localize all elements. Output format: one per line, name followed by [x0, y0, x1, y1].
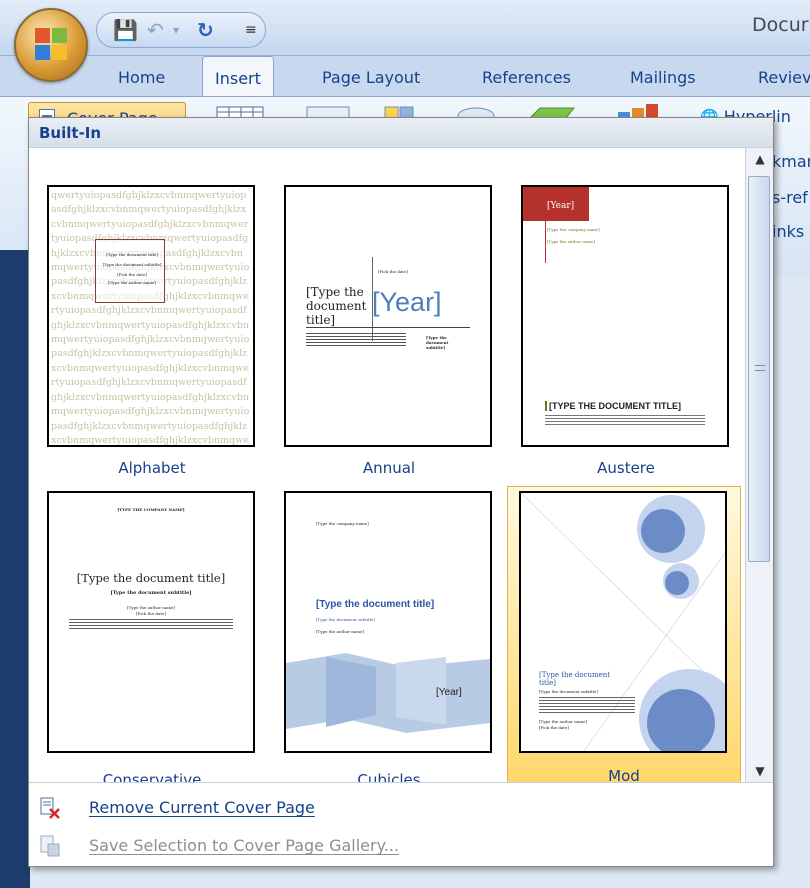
- remove-cover-page-icon: [40, 797, 60, 819]
- caption-alphabet: Alphabet: [118, 459, 186, 477]
- austere-company: [Type the company name]: [547, 227, 600, 232]
- annual-abstract: [306, 333, 406, 347]
- cover-conservative[interactable]: [TYPE THE COMPANY NAME] [Type the docume…: [35, 486, 269, 789]
- cover-austere[interactable]: [Year] [Type the company name] [Type the…: [509, 184, 743, 480]
- annual-subtitle: [Type the document subtitle]: [426, 335, 449, 350]
- save-icon[interactable]: 💾: [113, 18, 138, 42]
- austere-title: [TYPE THE DOCUMENT TITLE]: [545, 401, 681, 411]
- ribbon-tabs: Home Insert Page Layout References Maili…: [0, 56, 810, 96]
- remove-cover-page-label: Remove Current Cover Page: [89, 798, 315, 817]
- gallery-scrollbar[interactable]: ▲ ▼: [745, 148, 773, 782]
- cover-annual[interactable]: [Type the document title] [Pick the date…: [272, 184, 506, 480]
- austere-author: [Type the author name]: [547, 239, 595, 244]
- cover-page-gallery: Built-In qwertyuiopasdfghjklzxcvbnmqwert…: [28, 117, 774, 867]
- conservative-author: [Type the author name]: [127, 605, 175, 610]
- cubicles-author: [Type the author name]: [316, 629, 364, 634]
- alphabet-lorem: qwertyuiopasdfghjklzxcvbnmqwertyuiopasdf…: [51, 190, 250, 445]
- alphabet-title-box: [Type the document title] [Type the docu…: [95, 239, 165, 303]
- scroll-grip-icon: [755, 365, 765, 371]
- tab-page-layout[interactable]: Page Layout: [322, 56, 420, 96]
- cross-reference-button[interactable]: s-ref: [772, 188, 808, 207]
- cubicles-company: [Type the company name]: [316, 521, 369, 526]
- scroll-up-icon[interactable]: ▲: [750, 150, 770, 168]
- title-bar: 💾 ↶ ▾ ↻ ≡ Docur: [0, 0, 810, 56]
- office-button[interactable]: [14, 8, 88, 82]
- alphabet-preview: qwertyuiopasdfghjklzxcvbnmqwertyuiopasdf…: [47, 185, 255, 447]
- cover-alphabet[interactable]: qwertyuiopasdfghjklzxcvbnmqwertyuiopasdf…: [35, 184, 269, 480]
- document-title: Docur: [752, 14, 809, 36]
- annual-title: [Type the document title]: [306, 285, 367, 327]
- quick-access-toolbar: 💾 ↶ ▾ ↻ ≡: [96, 12, 266, 48]
- tab-home[interactable]: Home: [118, 56, 165, 96]
- gallery-menu: Remove Current Cover Page Save Selection…: [29, 782, 773, 866]
- document-left-margin: [0, 250, 30, 888]
- caption-austere: Austere: [597, 459, 655, 477]
- alphabet-subtitle: [Type the document subtitle]: [102, 262, 162, 267]
- annual-date: [Pick the date]: [378, 269, 408, 274]
- cover-mod[interactable]: [Type the document title] [Type the docu…: [507, 486, 741, 785]
- alphabet-title: [Type the document title]: [106, 252, 158, 257]
- mod-preview: [Type the document title] [Type the docu…: [519, 491, 727, 753]
- austere-line: [545, 221, 546, 263]
- mod-title: [Type the document title]: [539, 671, 611, 687]
- redo-icon[interactable]: ↻: [197, 18, 214, 42]
- customize-qat-icon[interactable]: ≡: [245, 18, 257, 42]
- scrollbar-thumb[interactable]: [748, 176, 770, 562]
- conservative-preview: [TYPE THE COMPANY NAME] [Type the docume…: [47, 491, 255, 753]
- mod-author: [Type the author name]: [539, 719, 587, 724]
- cubicles-subtitle: [Type the document subtitle]: [316, 617, 375, 622]
- bookmark-button[interactable]: kmar: [772, 152, 810, 171]
- tab-insert[interactable]: Insert: [202, 56, 274, 96]
- conservative-date: [Pick the date]: [136, 611, 166, 616]
- word-window: 💾 ↶ ▾ ↻ ≡ Docur Home Insert Page Layout …: [0, 0, 810, 888]
- tab-mailings[interactable]: Mailings: [630, 56, 696, 96]
- remove-cover-page-item[interactable]: Remove Current Cover Page: [29, 789, 773, 827]
- mod-subtitle: [Type the document subtitle]: [539, 689, 598, 694]
- chart-icon[interactable]: [614, 104, 668, 118]
- caption-annual: Annual: [362, 459, 416, 477]
- gallery-header: Built-In: [29, 118, 773, 148]
- conservative-company: [TYPE THE COMPANY NAME]: [117, 507, 185, 512]
- conservative-title: [Type the document title]: [76, 571, 226, 585]
- save-selection-item[interactable]: Save Selection to Cover Page Gallery...: [29, 827, 773, 865]
- cover-cubicles[interactable]: [Type the company name] [Type the docume…: [272, 486, 506, 789]
- annual-preview: [Type the document title] [Pick the date…: [284, 185, 492, 447]
- austere-abstract: [545, 415, 705, 425]
- mod-date: [Pick the date]: [539, 725, 569, 730]
- austere-year-band: [Year]: [523, 187, 589, 221]
- mod-circles: [521, 493, 725, 751]
- scroll-down-icon[interactable]: ▼: [750, 762, 770, 780]
- cubicles-preview: [Type the company name] [Type the docume…: [284, 491, 492, 753]
- undo-dropdown-icon[interactable]: ▾: [173, 18, 179, 42]
- save-selection-icon: [40, 835, 60, 857]
- tab-references[interactable]: References: [482, 56, 571, 96]
- alphabet-author: [Type the author name]: [108, 280, 156, 285]
- alphabet-date: [Pick the date]: [117, 272, 147, 277]
- austere-year: [Year]: [547, 201, 575, 211]
- save-selection-label: Save Selection to Cover Page Gallery...: [89, 836, 400, 855]
- links-group-label: inks: [772, 222, 805, 241]
- annual-year: [Year]: [372, 287, 442, 317]
- undo-icon[interactable]: ↶: [147, 18, 164, 42]
- mod-abstract: [539, 697, 635, 713]
- office-logo-icon: [35, 28, 67, 60]
- cubicles-title: [Type the document title]: [316, 599, 435, 610]
- conservative-abstract: [69, 619, 233, 631]
- conservative-subtitle: [Type the document subtitle]: [110, 590, 192, 596]
- annual-rule: [306, 327, 470, 328]
- cubicles-year: [Year]: [436, 687, 462, 698]
- austere-preview: [Year] [Type the company name] [Type the…: [521, 185, 729, 447]
- tab-review[interactable]: Reviev: [758, 56, 810, 96]
